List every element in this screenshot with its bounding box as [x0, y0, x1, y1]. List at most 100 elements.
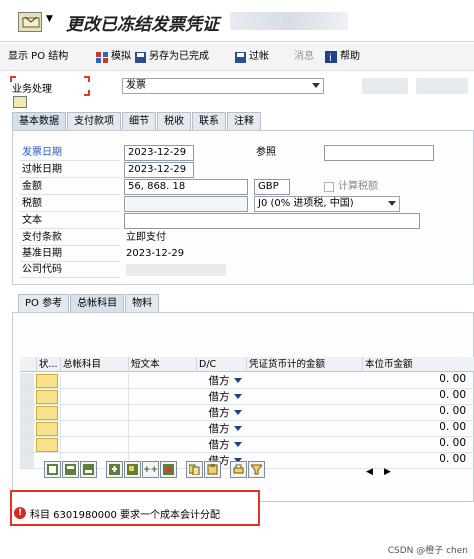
currency-field[interactable]: GBP	[254, 179, 290, 195]
tab-notes[interactable]: 注释	[227, 112, 261, 130]
title-redacted	[230, 12, 348, 30]
chevron-down-icon[interactable]	[234, 426, 242, 431]
chevron-down-icon[interactable]	[234, 394, 242, 399]
chevron-down-icon[interactable]	[234, 378, 242, 383]
status-cell[interactable]	[36, 422, 58, 436]
title-bar: ▼ 更改已冻结发票凭证	[0, 0, 474, 42]
status-cell[interactable]	[36, 438, 58, 452]
deselect-all-button[interactable]	[62, 461, 79, 478]
column-short-text[interactable]: 短文本	[128, 357, 196, 372]
insert-row-icon	[109, 464, 120, 475]
toolbar-label: 过帐	[249, 51, 269, 62]
table-row[interactable]: 借方 0. 00	[20, 405, 474, 421]
status-cell[interactable]	[36, 390, 58, 404]
details-button[interactable]	[80, 461, 97, 478]
column-document-amount[interactable]: 凭证货币计的金额	[246, 357, 362, 372]
post-icon	[234, 51, 247, 64]
grid-toolbar: ++	[44, 461, 266, 479]
tab-gl-account[interactable]: 总帐科目	[70, 294, 125, 312]
row-selector[interactable]	[20, 389, 34, 404]
row-selector[interactable]	[20, 373, 34, 388]
amount-field[interactable]: 56, 868. 18	[124, 179, 248, 195]
table-row[interactable]: 借方 0. 00	[20, 437, 474, 453]
post-button[interactable]: 过帐	[234, 49, 269, 65]
short-text-cell[interactable]	[128, 373, 196, 388]
short-text-cell[interactable]	[128, 437, 196, 452]
gl-account-cell[interactable]	[60, 421, 128, 436]
text-field[interactable]	[124, 213, 420, 229]
chevron-down-icon	[312, 83, 320, 88]
scroll-right-icon[interactable]: ▶	[384, 467, 391, 477]
column-local-amount[interactable]: 本位币金额	[362, 357, 474, 372]
insert-multiple-icon: ++	[142, 464, 159, 475]
grid-horizontal-scrollbar[interactable]: ◀ ▶	[362, 467, 452, 479]
messages-button[interactable]: 消息	[294, 49, 314, 65]
row-selector[interactable]	[20, 405, 34, 420]
copy-button[interactable]	[186, 461, 203, 478]
short-text-cell[interactable]	[128, 421, 196, 436]
filter-button[interactable]	[248, 461, 265, 478]
gl-account-cell[interactable]	[60, 437, 128, 452]
table-row[interactable]: 借方 0. 00	[20, 389, 474, 405]
header-toggle-icon[interactable]	[13, 96, 27, 108]
reference-field[interactable]	[324, 145, 434, 161]
column-status[interactable]: 状...	[36, 357, 60, 372]
show-po-structure-button[interactable]: 显示 PO 结构	[8, 49, 68, 65]
reference-label: 参照	[256, 147, 276, 158]
tab-details[interactable]: 细节	[122, 112, 156, 130]
gl-account-cell[interactable]	[60, 373, 128, 388]
amount-label: 金额	[20, 179, 120, 195]
local-amount-value: 0. 00	[439, 389, 466, 401]
toolbar-label: 消息	[294, 51, 314, 62]
insert-multiple-button[interactable]: ++	[142, 461, 159, 478]
scroll-left-icon[interactable]: ◀	[366, 467, 373, 477]
simulate-button[interactable]: 模拟	[96, 49, 131, 65]
save-as-completed-button[interactable]: 另存为已完成	[134, 49, 209, 65]
toolbar-label: 另存为已完成	[149, 51, 209, 62]
short-text-cell[interactable]	[128, 389, 196, 404]
row-selector[interactable]	[20, 421, 34, 436]
chevron-down-icon[interactable]	[234, 442, 242, 447]
tab-tax[interactable]: 税收	[157, 112, 191, 130]
column-dc[interactable]: D/C	[196, 357, 246, 372]
chevron-down-icon[interactable]	[234, 410, 242, 415]
local-amount-value: 0. 00	[439, 373, 466, 385]
invoice-date-field[interactable]: 2023-12-29	[124, 145, 194, 161]
select-all-button[interactable]	[44, 461, 61, 478]
menu-icon[interactable]	[18, 12, 42, 32]
baseline-date-label: 基准日期	[20, 246, 120, 262]
row-selector[interactable]	[20, 453, 34, 468]
table-row[interactable]: 借方 0. 00	[20, 421, 474, 437]
insert-row-button[interactable]	[106, 461, 123, 478]
calculate-tax-checkbox[interactable]	[324, 182, 334, 192]
column-gl-account[interactable]: 总帐科目	[60, 357, 128, 372]
status-cell[interactable]	[36, 374, 58, 388]
status-message[interactable]: ! 科目 6301980000 要求一个成本会计分配	[14, 505, 220, 521]
tab-material[interactable]: 物料	[125, 294, 160, 312]
posting-date-field[interactable]: 2023-12-29	[124, 162, 194, 178]
tax-code-select[interactable]: J0 (0% 进项税, 中国)	[254, 196, 400, 212]
tab-po-reference[interactable]: PO 参考	[18, 294, 70, 312]
paste-button[interactable]	[204, 461, 221, 478]
gl-account-cell[interactable]	[60, 389, 128, 404]
short-text-cell[interactable]	[128, 405, 196, 420]
help-button[interactable]: i 帮助	[325, 49, 360, 65]
business-processing-select[interactable]: 发票	[122, 78, 324, 94]
application-toolbar: 显示 PO 结构 模拟 另存为已完成 过帐 消息 i 帮助	[0, 43, 474, 71]
tab-contact[interactable]: 联系	[192, 112, 226, 130]
paste-icon	[207, 464, 218, 475]
print-button[interactable]	[230, 461, 247, 478]
tax-amount-field[interactable]	[124, 196, 248, 212]
toolbar-label: 显示 PO 结构	[8, 51, 69, 62]
payment-terms-label: 支付条款	[20, 230, 120, 246]
chevron-down-icon	[388, 201, 396, 206]
status-cell[interactable]	[36, 406, 58, 420]
row-selector[interactable]	[20, 437, 34, 452]
copy-row-button[interactable]	[124, 461, 141, 478]
menu-dropdown-icon[interactable]: ▼	[46, 14, 53, 24]
table-row[interactable]: 借方 0. 00	[20, 373, 474, 389]
tab-basic-data[interactable]: 基本数据	[12, 112, 66, 130]
gl-account-cell[interactable]	[60, 405, 128, 420]
delete-row-button[interactable]	[160, 461, 177, 478]
tab-payment[interactable]: 支付款项	[67, 112, 121, 130]
